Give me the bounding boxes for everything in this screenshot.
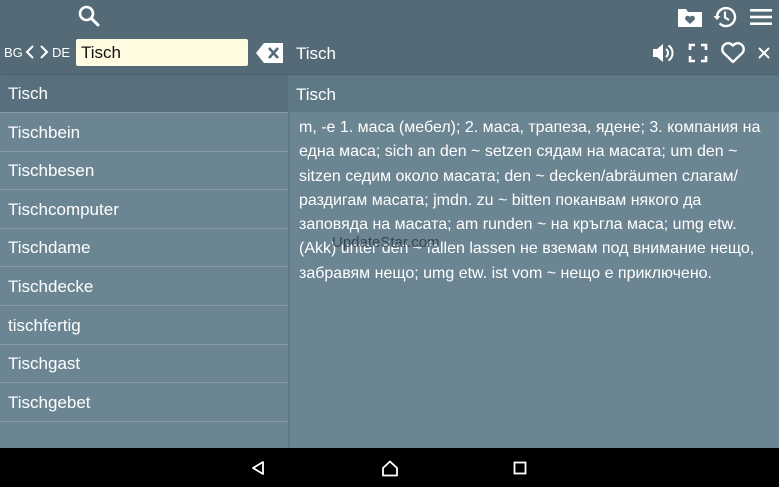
back-icon[interactable] (249, 459, 267, 477)
source-language-label[interactable]: BG (4, 45, 23, 60)
close-icon[interactable] (755, 44, 773, 62)
list-item-tischdame[interactable]: Tischdame (0, 229, 288, 268)
list-item-tischbein[interactable]: Tischbein (0, 114, 288, 152)
backspace-clear-icon[interactable] (254, 41, 286, 65)
list-item-tischgast[interactable]: Tischgast (0, 345, 288, 384)
search-icon[interactable] (76, 3, 102, 29)
menu-icon[interactable] (748, 5, 774, 29)
list-item-tisch[interactable]: Tisch (0, 75, 288, 113)
history-icon[interactable] (711, 3, 739, 31)
word-list: Tisch Tischbein Tischbesen Tischcomputer… (0, 75, 288, 423)
home-icon[interactable] (380, 459, 400, 477)
search-input[interactable] (76, 39, 248, 66)
header-word: Tisch (296, 44, 336, 63)
chevron-right-icon[interactable] (38, 44, 50, 60)
entry-title: Tisch (296, 85, 336, 104)
fullscreen-icon[interactable] (687, 42, 709, 64)
heart-icon[interactable] (719, 40, 747, 66)
favorites-folder-icon[interactable] (676, 4, 704, 30)
chevron-left-icon[interactable] (24, 44, 36, 60)
entry-header (290, 75, 779, 112)
speaker-icon[interactable] (650, 41, 676, 65)
list-item-tischfertig[interactable]: tischfertig (0, 307, 288, 345)
list-item-tischcomputer[interactable]: Tischcomputer (0, 191, 288, 229)
pane-divider[interactable] (288, 75, 290, 448)
target-language-label[interactable]: DE (52, 45, 70, 60)
entry-definition: m, -e 1. маса (мебел); 2. маса, трапеза,… (299, 119, 761, 282)
watermark: UpdateStar.com (332, 234, 440, 251)
list-item-tischgebet[interactable]: Tischgebet (0, 384, 288, 422)
list-bottom-space (0, 423, 288, 448)
list-item-tischbesen[interactable]: Tischbesen (0, 152, 288, 191)
list-item-tischdecke[interactable]: Tischdecke (0, 268, 288, 306)
top-toolbar (0, 0, 779, 34)
recents-icon[interactable] (512, 460, 528, 476)
